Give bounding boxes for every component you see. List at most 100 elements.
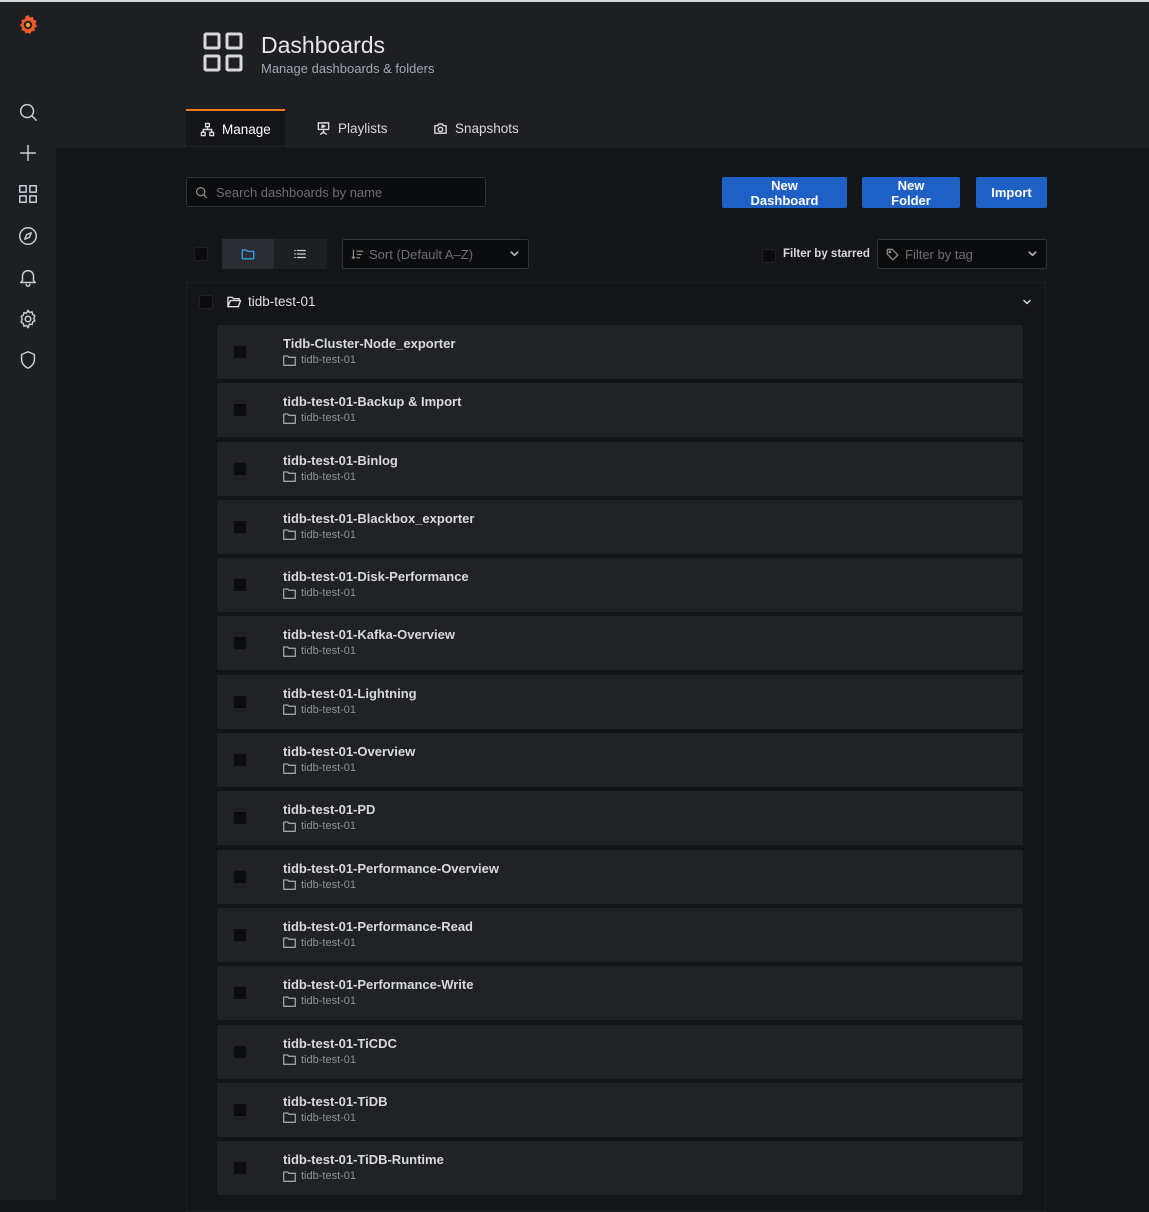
dashboard-row[interactable]: tidb-test-01-Performance-Read tidb-test-…: [217, 907, 1023, 962]
sitemap-icon: [200, 122, 215, 137]
dashboard-checkbox[interactable]: [233, 753, 247, 768]
tag-icon: [886, 248, 899, 260]
dashboard-row[interactable]: tidb-test-01-TiCDC tidb-test-01: [217, 1024, 1023, 1079]
tab-manage[interactable]: Manage: [186, 109, 285, 148]
dashboard-title[interactable]: tidb-test-01-Overview: [283, 744, 415, 759]
search-icon: [195, 186, 208, 198]
new-dashboard-button[interactable]: New Dashboard: [722, 177, 847, 208]
dashboard-checkbox[interactable]: [233, 519, 247, 534]
dashboard-title[interactable]: tidb-test-01-Disk-Performance: [283, 569, 469, 584]
dashboard-row[interactable]: tidb-test-01-Performance-Write tidb-test…: [217, 966, 1023, 1021]
dashboards-icon[interactable]: [14, 180, 42, 208]
select-all-checkbox[interactable]: [194, 247, 208, 261]
dashboard-row[interactable]: tidb-test-01-TiDB tidb-test-01: [217, 1082, 1023, 1137]
list-view-button[interactable]: [274, 239, 326, 269]
filter-starred-checkbox[interactable]: [762, 249, 776, 263]
dashboard-checkbox[interactable]: [233, 578, 247, 593]
settings-gear-icon[interactable]: [14, 305, 42, 333]
dashboard-checkbox[interactable]: [233, 869, 247, 884]
tab-playlists[interactable]: Playlists: [302, 109, 402, 148]
shield-icon[interactable]: [14, 346, 42, 374]
dashboard-checkbox[interactable]: [233, 345, 247, 359]
dashboard-row[interactable]: tidb-test-01-Binlog tidb-test-01: [217, 441, 1023, 496]
folder-icon: [283, 588, 296, 599]
chevron-down-icon: [509, 247, 520, 262]
sort-select[interactable]: Sort (Default A–Z): [342, 239, 529, 269]
dashboard-title[interactable]: tidb-test-01-Performance-Overview: [283, 861, 499, 876]
folder-checkbox[interactable]: [199, 295, 213, 309]
dashboard-folder: tidb-test-01: [283, 995, 356, 1007]
view-toggle: [222, 239, 327, 269]
dashboard-row[interactable]: tidb-test-01-PD tidb-test-01: [217, 791, 1023, 846]
dashboard-title[interactable]: tidb-test-01-Performance-Read: [283, 919, 473, 934]
dashboard-folder: tidb-test-01: [283, 354, 356, 366]
dashboard-checkbox[interactable]: [233, 1102, 247, 1117]
dashboard-row[interactable]: tidb-test-01-Blackbox_exporter tidb-test…: [217, 499, 1023, 554]
dashboard-row[interactable]: tidb-test-01-TiDB-Runtime tidb-test-01: [217, 1141, 1023, 1196]
dashboard-row[interactable]: Tidb-Cluster-Node_exporter tidb-test-01: [217, 325, 1023, 379]
dashboard-row[interactable]: tidb-test-01-Backup & Import tidb-test-0…: [217, 383, 1023, 438]
dashboard-row[interactable]: tidb-test-01-Kafka-Overview tidb-test-01: [217, 616, 1023, 671]
dashboard-checkbox[interactable]: [233, 694, 247, 709]
dashboard-checkbox[interactable]: [233, 403, 247, 418]
dashboard-folder: tidb-test-01: [283, 529, 356, 541]
dashboard-folder-label: tidb-test-01: [301, 470, 357, 483]
dashboard-title[interactable]: tidb-test-01-Performance-Write: [283, 977, 473, 992]
dashboard-folder-label: tidb-test-01: [301, 762, 357, 775]
dashboard-folder-label: tidb-test-01: [301, 995, 357, 1008]
import-button[interactable]: Import: [976, 177, 1047, 208]
dashboard-title[interactable]: tidb-test-01-Backup & Import: [283, 394, 461, 409]
list-icon: [294, 249, 306, 259]
dashboard-checkbox[interactable]: [233, 461, 247, 476]
dashboards-page-icon: [203, 32, 243, 72]
folder-icon: [283, 704, 296, 716]
dashboard-row[interactable]: tidb-test-01-Lightning tidb-test-01: [217, 674, 1023, 729]
dashboard-title[interactable]: tidb-test-01-Binlog: [283, 453, 398, 468]
folder-icon: [283, 471, 296, 483]
dashboard-row[interactable]: tidb-test-01-Overview tidb-test-01: [217, 733, 1023, 788]
dashboard-checkbox[interactable]: [233, 811, 247, 826]
dashboard-title[interactable]: tidb-test-01-TiDB: [283, 1094, 387, 1109]
dashboard-folder: tidb-test-01: [283, 412, 356, 424]
folder-header[interactable]: tidb-test-01: [187, 283, 1045, 321]
dashboard-row[interactable]: tidb-test-01-Disk-Performance tidb-test-…: [217, 558, 1023, 613]
dashboard-title[interactable]: Tidb-Cluster-Node_exporter: [283, 336, 455, 351]
new-folder-button[interactable]: New Folder: [862, 177, 960, 208]
dashboard-checkbox[interactable]: [233, 927, 247, 942]
search-input[interactable]: [214, 183, 478, 201]
dashboard-folder: tidb-test-01: [283, 645, 356, 657]
dashboard-checkbox[interactable]: [233, 636, 247, 651]
dashboard-title[interactable]: tidb-test-01-TiCDC: [283, 1036, 397, 1051]
grafana-logo[interactable]: [14, 11, 42, 39]
folder-icon: [241, 249, 255, 260]
tag-filter-select[interactable]: Filter by tag: [877, 239, 1047, 269]
folder-icon: [283, 762, 296, 774]
folder-view-button[interactable]: [222, 239, 274, 269]
folder-icon: [283, 1054, 296, 1066]
folder-icon: [283, 1112, 296, 1124]
dashboard-row[interactable]: tidb-test-01-Performance-Overview tidb-t…: [217, 849, 1023, 904]
sort-select-value: Sort (Default A–Z): [369, 246, 474, 262]
chevron-down-icon: [1027, 247, 1038, 262]
dashboard-folder: tidb-test-01: [283, 937, 356, 949]
tag-filter-placeholder: Filter by tag: [905, 246, 973, 262]
search-box[interactable]: [186, 177, 486, 207]
dashboard-title[interactable]: tidb-test-01-Kafka-Overview: [283, 627, 455, 642]
tab-label: Playlists: [338, 121, 388, 136]
dashboard-checkbox[interactable]: [233, 1161, 247, 1176]
explore-compass-icon[interactable]: [14, 222, 42, 250]
dashboard-folder: tidb-test-01: [283, 1112, 356, 1124]
dashboard-checkbox[interactable]: [233, 986, 247, 1001]
dashboard-folder-label: tidb-test-01: [301, 936, 357, 949]
dashboard-checkbox[interactable]: [233, 1044, 247, 1059]
tab-snapshots[interactable]: Snapshots: [419, 109, 534, 148]
search-icon[interactable]: [14, 98, 42, 126]
alerting-bell-icon[interactable]: [14, 263, 42, 291]
chevron-down-icon[interactable]: [1021, 295, 1033, 307]
plus-icon[interactable]: [14, 139, 42, 167]
dashboard-title[interactable]: tidb-test-01-Blackbox_exporter: [283, 511, 474, 526]
folder-icon: [283, 879, 296, 891]
dashboard-title[interactable]: tidb-test-01-TiDB-Runtime: [283, 1152, 444, 1167]
dashboard-title[interactable]: tidb-test-01-PD: [283, 802, 375, 817]
dashboard-title[interactable]: tidb-test-01-Lightning: [283, 686, 417, 701]
